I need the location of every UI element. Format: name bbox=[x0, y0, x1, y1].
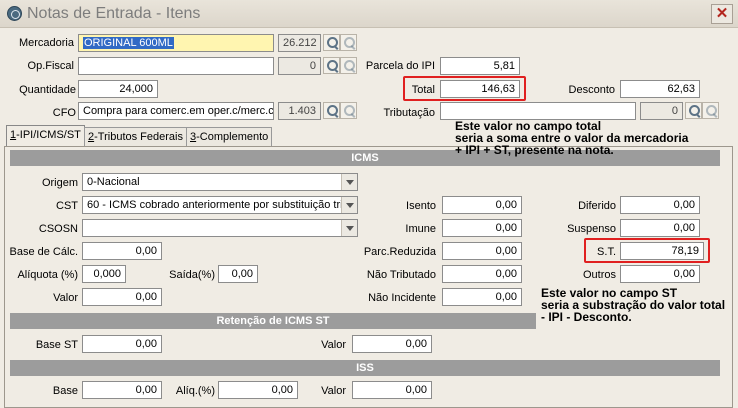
mercadoria-value: ORIGINAL 600ML bbox=[83, 37, 174, 49]
desconto-label: Desconto bbox=[568, 84, 615, 96]
parc-reduzida-field[interactable]: 0,00 bbox=[442, 242, 522, 260]
opfiscal-label: Op.Fiscal bbox=[27, 60, 74, 72]
nao-incidente-label: Não Incidente bbox=[368, 292, 436, 304]
quantidade-label: Quantidade bbox=[19, 84, 76, 96]
cfo-code-field[interactable]: 1.403 bbox=[278, 102, 321, 120]
iss-aliq-label: Alíq.(%) bbox=[175, 385, 215, 397]
icms-valor-field[interactable]: 0,00 bbox=[82, 288, 162, 306]
diferido-label: Diferido bbox=[578, 200, 616, 212]
saida-field[interactable]: 0,00 bbox=[218, 265, 258, 283]
tab-ipi-icms-st[interactable]: 1-IPI/ICMS/ST bbox=[6, 125, 85, 147]
st-label: S.T. bbox=[597, 246, 616, 258]
iss-base-label: Base bbox=[52, 385, 78, 397]
cst-select[interactable]: 60 - ICMS cobrado anteriormente por subs… bbox=[82, 196, 358, 214]
isento-label: Isento bbox=[406, 200, 436, 212]
desconto-field[interactable]: 62,63 bbox=[620, 80, 700, 98]
tributacao-search-icon-2[interactable] bbox=[702, 102, 719, 119]
tributacao-code-field[interactable]: 0 bbox=[640, 102, 683, 120]
origem-label: Origem bbox=[41, 177, 78, 189]
suspenso-label: Suspenso bbox=[567, 223, 616, 235]
mercadoria-search-icon-2[interactable] bbox=[340, 34, 357, 51]
isento-field[interactable]: 0,00 bbox=[442, 196, 522, 214]
tab-tributos-federais[interactable]: 2-Tributos Federais bbox=[84, 127, 187, 147]
app-icon bbox=[7, 6, 22, 21]
retencao-section-header: Retenção de ICMS ST bbox=[10, 313, 536, 329]
base-st-field[interactable]: 0,00 bbox=[82, 335, 162, 353]
cst-label: CST bbox=[56, 200, 78, 212]
window-title: Notas de Entrada - Itens bbox=[27, 5, 201, 22]
tributacao-search-icon[interactable] bbox=[685, 102, 702, 119]
tab-tributos-label: -Tributos Federais bbox=[94, 131, 183, 143]
cfo-search-icon-2[interactable] bbox=[340, 102, 357, 119]
close-button[interactable]: ✕ bbox=[711, 4, 733, 24]
outros-label: Outros bbox=[582, 269, 616, 281]
quantidade-field[interactable]: 24,000 bbox=[78, 80, 158, 98]
opfiscal-search-icon-2[interactable] bbox=[340, 57, 357, 74]
retencao-valor-field[interactable]: 0,00 bbox=[352, 335, 432, 353]
outros-field[interactable]: 0,00 bbox=[620, 265, 700, 283]
parcela-ipi-label: Parcela do IPI bbox=[365, 60, 435, 72]
aliquota-field[interactable]: 0,000 bbox=[82, 265, 126, 283]
total-field[interactable]: 146,63 bbox=[440, 80, 520, 98]
csosn-select[interactable] bbox=[82, 219, 358, 237]
icms-valor-label: Valor bbox=[53, 292, 78, 304]
opfiscal-search-icon[interactable] bbox=[323, 57, 340, 74]
origem-value: 0-Nacional bbox=[87, 176, 140, 188]
mercadoria-search-icon[interactable] bbox=[323, 34, 340, 51]
note-total: Este valor no campo total seria a soma e… bbox=[455, 119, 689, 157]
chevron-down-icon bbox=[341, 220, 357, 236]
parcela-ipi-field[interactable]: 5,81 bbox=[440, 57, 520, 75]
nao-tributado-label: Não Tributado bbox=[366, 269, 436, 281]
mercadoria-code-field[interactable]: 26.212 bbox=[278, 34, 321, 52]
cst-value: 60 - ICMS cobrado anteriormente por subs… bbox=[87, 199, 349, 211]
csosn-label: CSOSN bbox=[38, 223, 78, 235]
chevron-down-icon bbox=[341, 174, 357, 190]
cfo-label: CFO bbox=[52, 107, 76, 119]
st-field[interactable]: 78,19 bbox=[620, 242, 704, 260]
opfiscal-code-field[interactable]: 0 bbox=[278, 57, 321, 75]
iss-valor-field[interactable]: 0,00 bbox=[352, 381, 432, 399]
mercadoria-field[interactable]: ORIGINAL 600ML bbox=[78, 34, 274, 52]
nao-incidente-field[interactable]: 0,00 bbox=[442, 288, 522, 306]
chevron-down-icon bbox=[341, 197, 357, 213]
iss-aliq-field[interactable]: 0,00 bbox=[218, 381, 298, 399]
base-calc-label: Base de Cálc. bbox=[9, 246, 78, 258]
opfiscal-field[interactable] bbox=[78, 57, 274, 75]
retencao-valor-label: Valor bbox=[321, 339, 346, 351]
imune-field[interactable]: 0,00 bbox=[442, 219, 522, 237]
aliquota-label: Alíquota (%) bbox=[17, 269, 78, 281]
note-st: Este valor no campo ST seria a substraçã… bbox=[541, 286, 726, 324]
tab-complemento[interactable]: 3-Complemento bbox=[186, 127, 273, 147]
total-label: Total bbox=[411, 84, 435, 96]
suspenso-field[interactable]: 0,00 bbox=[620, 219, 700, 237]
diferido-field[interactable]: 0,00 bbox=[620, 196, 700, 214]
base-st-label: Base ST bbox=[35, 339, 78, 351]
mercadoria-label: Mercadoria bbox=[18, 37, 74, 49]
nao-tributado-field[interactable]: 0,00 bbox=[442, 265, 522, 283]
tributacao-label: Tributação bbox=[383, 107, 435, 119]
cfo-search-icon[interactable] bbox=[323, 102, 340, 119]
iss-section-header: ISS bbox=[10, 360, 720, 376]
tributacao-field[interactable] bbox=[440, 102, 636, 120]
base-calc-field[interactable]: 0,00 bbox=[82, 242, 162, 260]
iss-base-field[interactable]: 0,00 bbox=[82, 381, 162, 399]
cfo-field[interactable]: Compra para comerc.em oper.c/merc.c/s bbox=[78, 102, 274, 120]
saida-label: Saída(%) bbox=[169, 269, 215, 281]
origem-select[interactable]: 0-Nacional bbox=[82, 173, 358, 191]
parc-reduzida-label: Parc.Reduzida bbox=[363, 246, 436, 258]
tab-ipi-label: -IPI/ICMS/ST bbox=[16, 129, 81, 141]
imune-label: Imune bbox=[405, 223, 436, 235]
tab-complemento-label: -Complemento bbox=[196, 131, 269, 143]
iss-valor-label: Valor bbox=[321, 385, 346, 397]
